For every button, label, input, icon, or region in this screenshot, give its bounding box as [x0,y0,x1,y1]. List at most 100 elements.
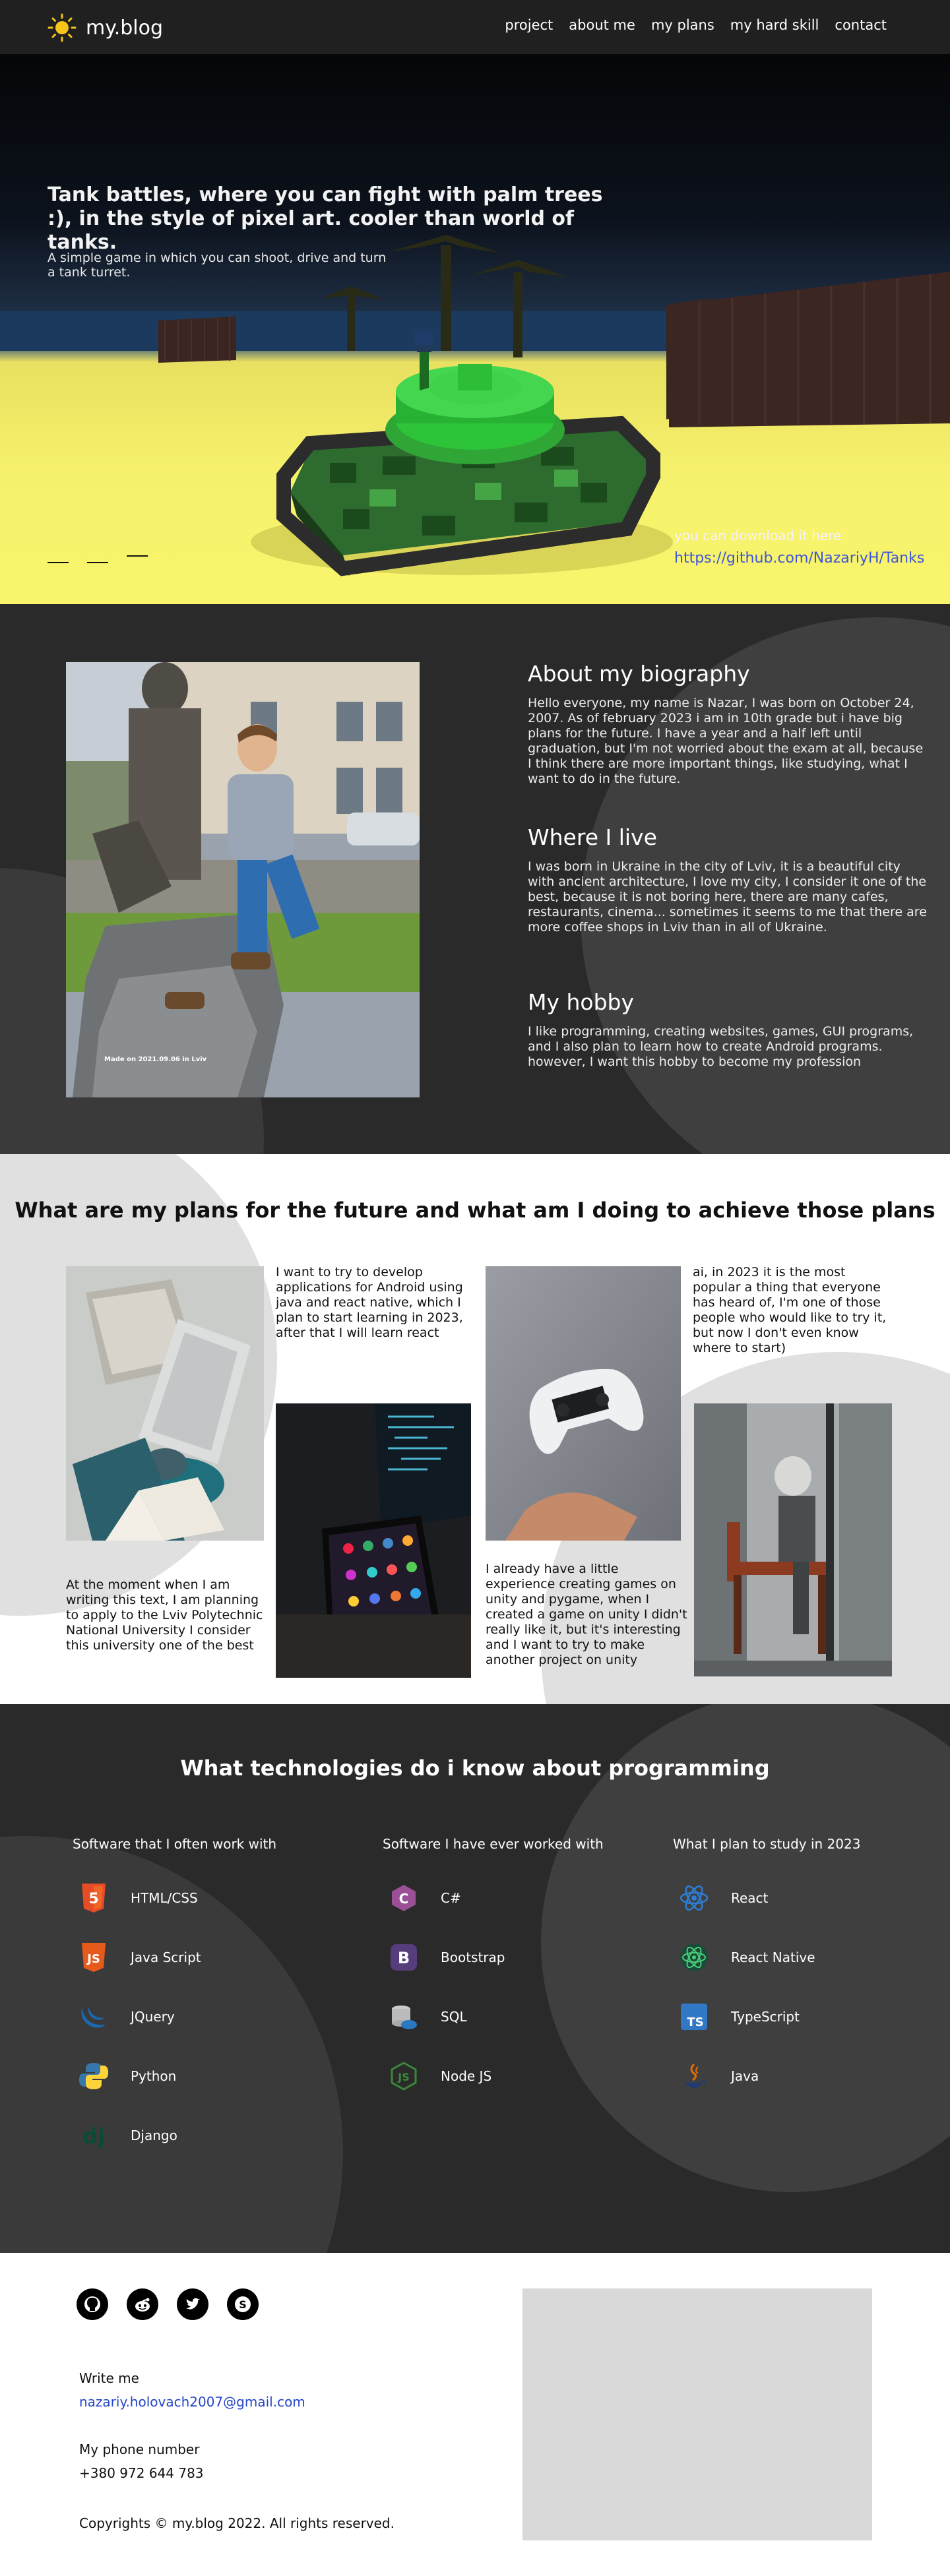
javascript-icon: JS [77,1940,111,1975]
nodejs-icon: JS [387,2059,421,2093]
react-native-icon [677,1940,711,1975]
bio-about-title: About my biography [528,661,750,687]
typescript-icon: TS [677,2000,711,2034]
tech-label: React [731,1890,769,1906]
tech-item-nodejs: JS Node JS [383,2060,604,2092]
nav-my-hard-skill[interactable]: my hard skill [730,17,819,33]
plans-image-phone [276,1403,471,1678]
copyright: Copyrights © my.blog 2022. All rights re… [79,2515,395,2531]
hero-section: Tank battles, where you can fight with p… [0,54,950,604]
map-placeholder[interactable] [522,2288,872,2540]
tech-item-csharp: C C# [383,1882,604,1914]
tech-label: Java Script [131,1949,201,1965]
tech-label: Node JS [441,2068,492,2084]
plans-text-ai: ai, in 2023 it is the most popular a thi… [693,1265,887,1355]
github-icon[interactable] [77,2288,108,2320]
social-links: S [77,2288,259,2320]
hero-title: Tank battles, where you can fight with p… [48,183,603,254]
tech-column-ever: Software I have ever worked with C C# B … [383,1836,604,2120]
bio-hobby-title: My hobby [528,989,635,1015]
main-nav: project about me my plans my hard skill … [505,17,887,33]
svg-text:B: B [398,1949,410,1967]
slider-dot-3[interactable] [127,555,148,557]
tech-item-react: React [673,1882,860,1914]
slider-dot-2[interactable] [87,562,108,563]
tech-label: SQL [441,2009,467,2025]
bio-hobby-text: I like programming, creating websites, g… [528,1024,914,1069]
svg-text:5: 5 [88,1891,98,1907]
photo-caption: Made on 2021.09.06 in Lviv [104,1056,207,1063]
logo[interactable]: my.blog [48,13,163,42]
tech-label: TypeScript [731,2009,800,2025]
django-icon: dj [77,2118,111,2153]
tech-item-python: Python [73,2060,276,2092]
bio-where-text: I was born in Ukraine in the city of Lvi… [528,859,927,935]
plans-text-university: At the moment when I am writing this tex… [66,1578,263,1653]
bio-where-i-live: Where I live I was born in Ukraine in th… [528,824,930,935]
nav-my-plans[interactable]: my plans [651,17,714,33]
site-header: my.blog project about me my plans my har… [0,0,950,54]
plans-text-android: I want to try to develop applications fo… [276,1265,463,1340]
tech-label: Python [131,2068,177,2084]
phone-number: +380 972 644 783 [79,2465,204,2481]
tech-label: JQuery [131,2009,175,2025]
svg-text:JS: JS [397,2071,409,2083]
email-link[interactable]: nazariy.holovach2007@gmail.com [79,2394,305,2410]
sql-icon [387,2000,421,2034]
plans-text-unity: I already have a little experience creat… [486,1562,687,1667]
nav-contact[interactable]: contact [835,17,887,33]
tech-label: HTML/CSS [131,1890,198,1906]
plans-image-robot [694,1403,892,1676]
tech-label: React Native [731,1949,815,1965]
tech-label: Django [131,2128,177,2143]
phone-label: My phone number [79,2441,200,2457]
bio-where-title: Where I live [528,824,657,850]
skype-icon[interactable]: S [227,2288,259,2320]
twitter-icon[interactable] [177,2288,208,2320]
hero-subtitle: A simple game in which you can shoot, dr… [48,251,387,280]
jquery-icon [77,2000,111,2034]
svg-text:C: C [399,1891,409,1907]
reddit-icon[interactable] [127,2288,158,2320]
slider-indicators [48,555,148,563]
bootstrap-icon: B [387,1940,421,1975]
tech-column-heading: Software that I often work with [73,1836,277,1852]
slider-dot-1[interactable] [48,562,69,563]
tech-item-django: dj Django [73,2120,276,2151]
tech-label: Java [731,2068,759,2084]
tech-column-heading: What I plan to study in 2023 [673,1836,861,1852]
tech-item-jquery: JQuery [73,2001,276,2033]
download-link[interactable]: https://github.com/NazariyH/Tanks [674,550,924,567]
download-label: you can download it here [674,528,842,543]
svg-text:JS: JS [86,1952,100,1966]
logo-text: my.blog [86,16,164,40]
tech-column-often: Software that I often work with 5 HTML/C… [73,1836,276,2179]
java-icon [677,2059,711,2093]
tech-item-bootstrap: B Bootstrap [383,1942,604,1973]
nav-about-me[interactable]: about me [569,17,635,33]
write-me-label: Write me [79,2370,139,2386]
tech-section: What technologies do i know about progra… [0,1704,950,2253]
biography-section: Made on 2021.09.06 in Lviv About my biog… [0,604,950,1154]
plans-section: What are my plans for the future and wha… [0,1154,950,1704]
tank-game-scene [158,235,950,576]
bio-photo: Made on 2021.09.06 in Lviv [66,662,420,1097]
tech-item-sql: SQL [383,2001,604,2033]
sun-icon [48,13,77,42]
svg-text:dj: dj [82,2124,105,2149]
tech-item-typescript: TS TypeScript [673,2001,860,2033]
csharp-icon: C [387,1881,421,1915]
bio-about-text: Hello everyone, my name is Nazar, I was … [528,696,924,786]
tech-label: Bootstrap [441,1949,505,1965]
site-footer: S Write me nazariy.holovach2007@gmail.co… [0,2253,950,2576]
svg-text:S: S [239,2298,247,2311]
tech-item-java: Java [673,2060,860,2092]
nav-project[interactable]: project [505,17,553,33]
tech-item-javascript: JS Java Script [73,1942,276,1973]
html5-icon: 5 [77,1881,111,1915]
tech-title: What technologies do i know about progra… [180,1756,770,1781]
tech-column-heading: Software I have ever worked with [383,1836,604,1852]
svg-text:TS: TS [687,2015,703,2029]
react-icon [677,1881,711,1915]
tech-item-react-native: React Native [673,1942,860,1973]
